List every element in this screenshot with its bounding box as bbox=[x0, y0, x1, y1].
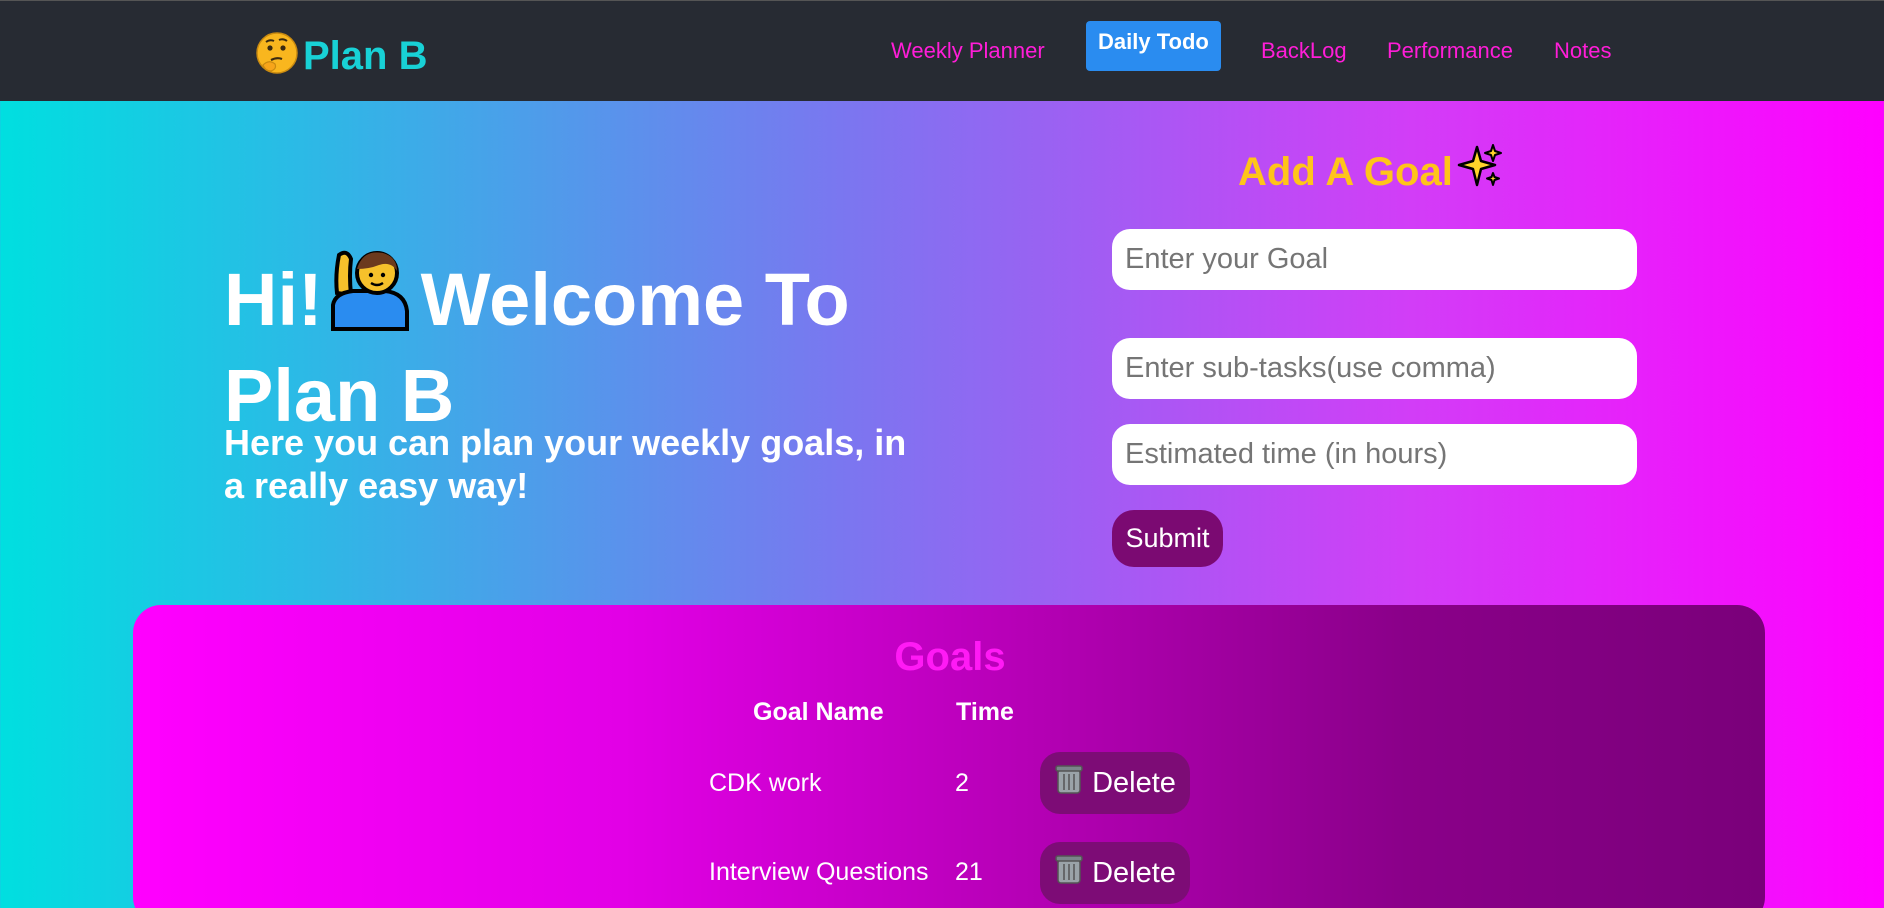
goal-name-cell: CDK work bbox=[709, 769, 822, 797]
goals-title: Goals bbox=[894, 635, 1006, 679]
wastebasket-icon bbox=[1054, 763, 1084, 803]
hero-subtitle: Here you can plan your weekly goals, in … bbox=[224, 422, 907, 506]
add-goal-title-text: Add A Goal bbox=[1238, 150, 1453, 194]
estimated-time-input[interactable] bbox=[1112, 424, 1637, 485]
nav-backlog[interactable]: BackLog bbox=[1261, 38, 1347, 64]
goal-input[interactable] bbox=[1112, 229, 1637, 290]
nav-weekly-planner[interactable]: Weekly Planner bbox=[891, 38, 1045, 64]
delete-goal-button[interactable]: Delete bbox=[1040, 752, 1190, 814]
hero-title: Hi! Welcome To Plan B bbox=[224, 245, 864, 441]
goal-name-cell: Interview Questions bbox=[709, 858, 929, 886]
delete-goal-button[interactable]: Delete bbox=[1040, 842, 1190, 904]
navbar: Plan B Weekly Planner Daily Todo BackLog… bbox=[0, 0, 1884, 101]
add-goal-title: Add A Goal bbox=[1238, 143, 1503, 201]
sparkles-icon bbox=[1457, 143, 1503, 201]
delete-label: Delete bbox=[1092, 766, 1176, 799]
nav-links: Weekly Planner Daily Todo BackLog Perfor… bbox=[0, 1, 1884, 102]
submit-button[interactable]: Submit bbox=[1112, 510, 1223, 567]
nav-notes[interactable]: Notes bbox=[1554, 38, 1611, 64]
goal-time-cell: 21 bbox=[955, 858, 983, 886]
column-header-time: Time bbox=[956, 698, 1014, 726]
delete-label: Delete bbox=[1092, 856, 1176, 889]
goal-time-cell: 2 bbox=[955, 769, 969, 797]
person-raising-hand-icon bbox=[325, 245, 413, 351]
hero-greeting: Hi! bbox=[224, 258, 323, 341]
nav-daily-todo[interactable]: Daily Todo bbox=[1086, 21, 1221, 71]
column-header-goal-name: Goal Name bbox=[753, 698, 884, 726]
wastebasket-icon bbox=[1054, 853, 1084, 893]
subtasks-input[interactable] bbox=[1112, 338, 1637, 399]
nav-performance[interactable]: Performance bbox=[1387, 38, 1513, 64]
